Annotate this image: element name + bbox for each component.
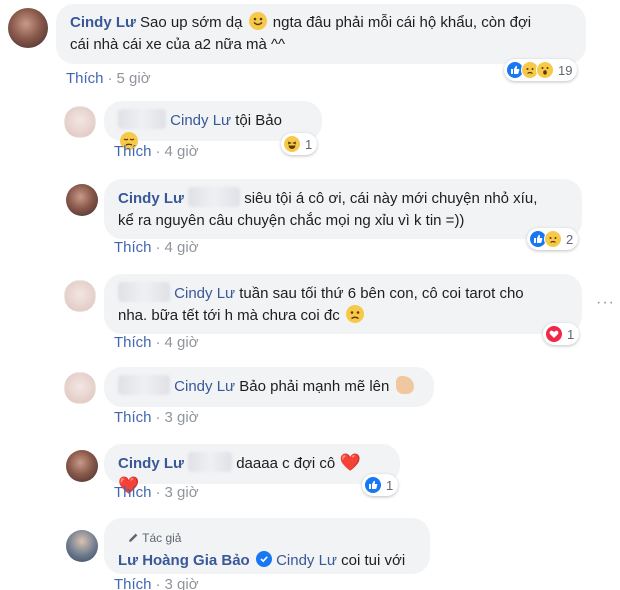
redacted-name	[118, 282, 170, 302]
wow-reaction-icon	[536, 61, 554, 79]
like-link[interactable]: Thích	[114, 576, 152, 590]
timestamp[interactable]: 4 giờ	[165, 239, 199, 256]
avatar[interactable]	[8, 8, 48, 48]
comment-meta: Thích · 4 giờ	[114, 334, 199, 351]
worried-emoji-icon	[345, 305, 364, 323]
mention-link[interactable]: Cindy Lư	[174, 378, 235, 395]
comment-bubble: Cindy Lư Sao up sớm dạ ngta đâu phải mỗi…	[56, 4, 586, 64]
redacted-name	[118, 375, 170, 395]
reaction-summary[interactable]: 1	[281, 133, 318, 155]
like-link[interactable]: Thích	[114, 334, 152, 351]
timestamp[interactable]: 3 giờ	[165, 409, 199, 426]
comment-author[interactable]: Cindy Lư	[118, 190, 184, 207]
comment-text: coi tui với	[341, 552, 406, 569]
comment-text: ngta đâu phải mỗi cái hộ khẩu, còn đợi	[272, 14, 532, 31]
timestamp[interactable]: 4 giờ	[165, 334, 199, 351]
redacted-name	[118, 109, 166, 129]
comment-meta: Thích · 3 giờ	[114, 409, 199, 426]
avatar[interactable]	[64, 106, 96, 138]
reaction-count: 1	[386, 477, 394, 493]
more-options-icon[interactable]: ···	[596, 294, 615, 312]
comment-author[interactable]: Lư Hoàng Gia Bảo	[118, 552, 250, 569]
avatar[interactable]	[66, 184, 98, 216]
like-link[interactable]: Thích	[114, 239, 152, 256]
comment-meta: Thích · 3 giờ	[114, 576, 199, 590]
comment-meta: Thích · 4 giờ	[114, 143, 199, 160]
comment-bubble: Cindy Lư tuần sau tối thứ 6 bên con, cô …	[104, 274, 582, 334]
reaction-summary[interactable]: 1	[362, 474, 399, 496]
comment-text: kể ra nguyên câu chuyện chắc mọi ng xỉu …	[118, 212, 465, 229]
comment-text: Bảo phải mạnh mẽ lên	[239, 378, 390, 395]
timestamp[interactable]: 3 giờ	[165, 576, 199, 590]
reaction-count: 19	[558, 62, 573, 78]
comment-text: siêu tội á cô ơi, cái này mới chuyện nhỏ…	[244, 190, 538, 207]
avatar[interactable]	[66, 530, 98, 562]
reaction-count: 1	[567, 326, 575, 342]
comment-bubble: Cindy Lư daaaa c đợi cô ❤️ ❤️	[104, 444, 400, 495]
sad-reaction-icon	[544, 230, 562, 248]
pencil-icon	[129, 533, 138, 542]
flexed-biceps-emoji-icon	[395, 376, 414, 394]
verified-badge-icon	[255, 551, 272, 567]
like-link[interactable]: Thích	[114, 484, 152, 501]
comment-meta: Thích · 4 giờ	[114, 239, 199, 256]
love-reaction-icon	[545, 325, 563, 343]
haha-reaction-icon	[283, 135, 301, 153]
reaction-summary[interactable]: 19	[504, 59, 578, 81]
avatar[interactable]	[66, 450, 98, 482]
comment-author[interactable]: Cindy Lư	[118, 455, 184, 472]
timestamp[interactable]: 5 giờ	[117, 70, 151, 87]
redacted-name	[188, 452, 233, 472]
like-link[interactable]: Thích	[66, 70, 104, 87]
comment-text: daaaa c đợi cô	[236, 455, 336, 472]
like-link[interactable]: Thích	[114, 409, 152, 426]
author-badge: Tác giả	[128, 527, 426, 549]
mention-link[interactable]: Cindy Lư	[174, 285, 235, 302]
timestamp[interactable]: 3 giờ	[165, 484, 199, 501]
comment-text: tội Bảo	[235, 112, 282, 129]
smile-emoji-icon	[248, 12, 267, 30]
avatar[interactable]	[64, 372, 96, 404]
comment-bubble: Tác giả Lư Hoàng Gia Bảo Cindy Lư coi tu…	[104, 518, 430, 574]
reaction-summary[interactable]: 2	[527, 228, 579, 250]
redacted-name	[188, 187, 241, 207]
reaction-count: 2	[566, 231, 574, 247]
like-link[interactable]: Thích	[114, 143, 152, 160]
like-reaction-icon	[364, 476, 382, 494]
avatar[interactable]	[64, 280, 96, 312]
mention-link[interactable]: Cindy Lư	[170, 112, 231, 129]
comment-text: nha. bữa tết tới h mà chưa coi đc	[118, 307, 340, 324]
comment-meta: Thích · 5 giờ	[66, 70, 151, 87]
mention-link[interactable]: Cindy Lư	[276, 552, 337, 569]
comment-text: tuần sau tối thứ 6 bên con, cô coi tarot…	[239, 285, 524, 302]
timestamp[interactable]: 4 giờ	[165, 143, 199, 160]
comment-author[interactable]: Cindy Lư	[70, 14, 136, 31]
comment-meta: Thích · 3 giờ	[114, 484, 199, 501]
comment-text: cái nhà cái xe của a2 nữa mà ^^	[70, 36, 286, 53]
comment-bubble: Cindy Lư siêu tội á cô ơi, cái này mới c…	[104, 179, 582, 239]
reaction-count: 1	[305, 136, 313, 152]
reaction-summary[interactable]: 1	[543, 323, 580, 345]
comment-bubble: Cindy Lư Bảo phải mạnh mẽ lên	[104, 367, 434, 407]
comment-text: Sao up sớm dạ	[140, 14, 243, 31]
